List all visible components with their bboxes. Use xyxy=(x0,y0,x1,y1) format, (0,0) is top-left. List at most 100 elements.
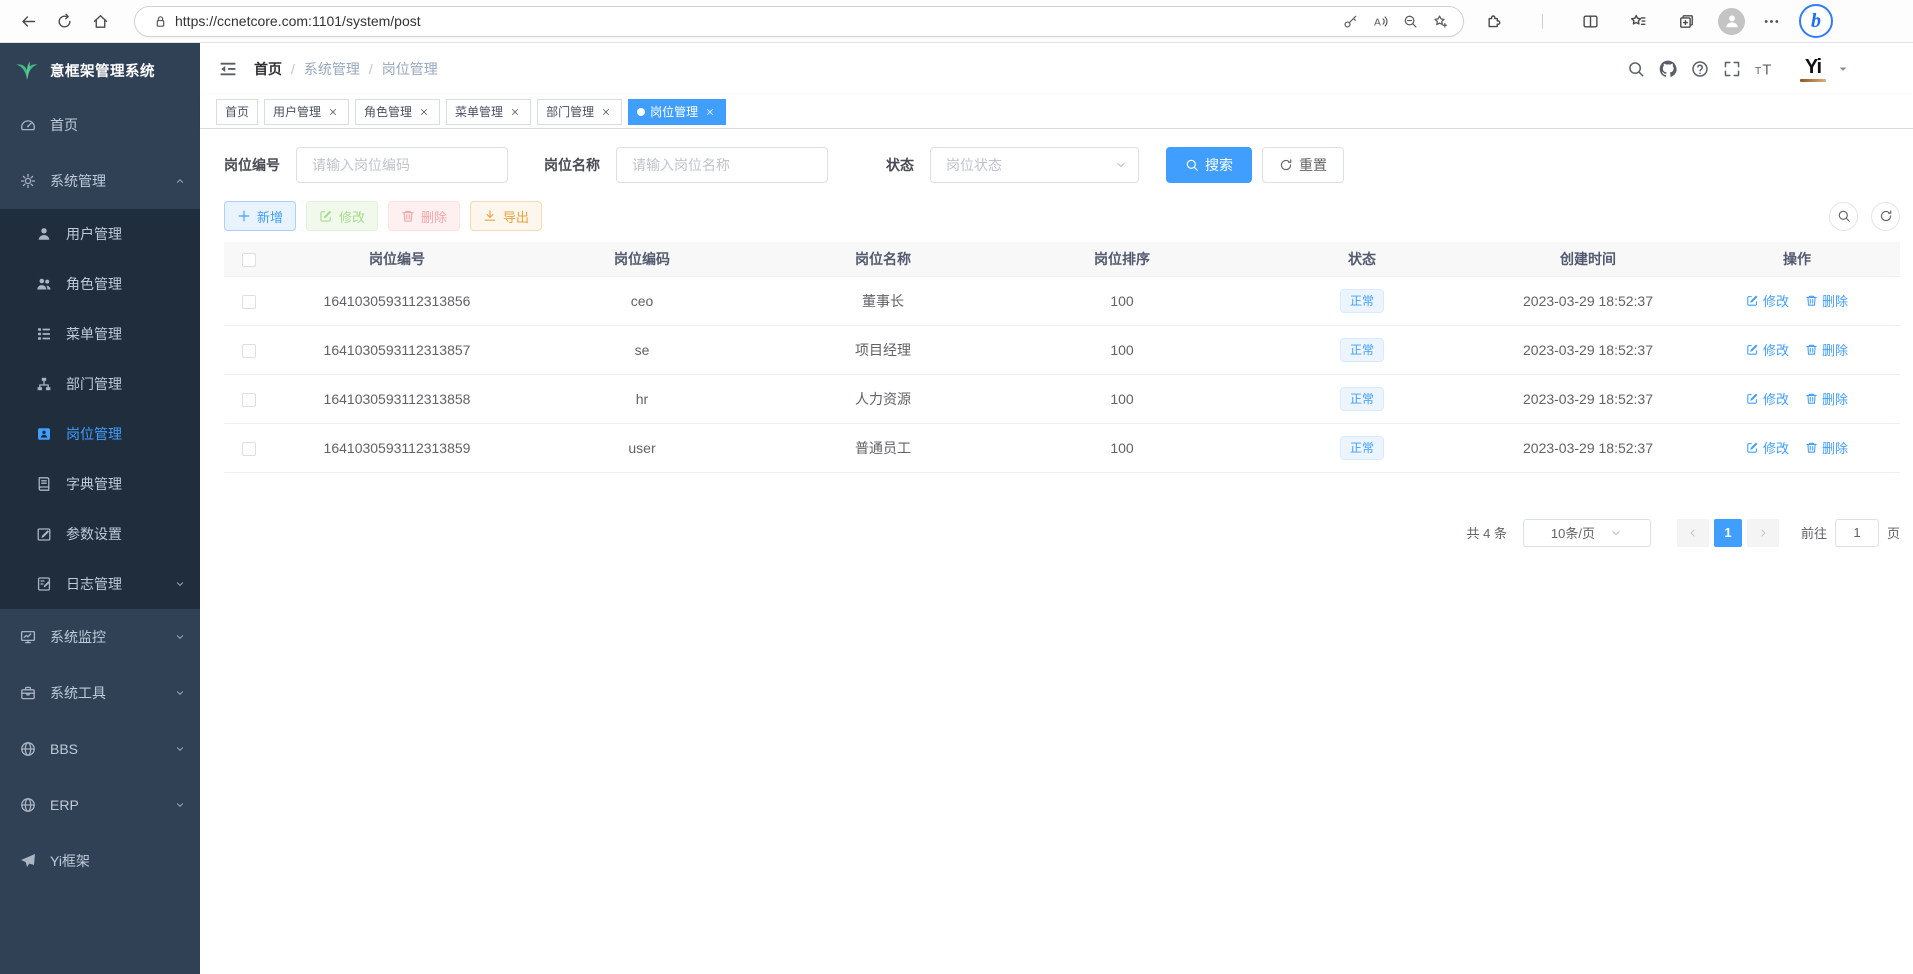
search-button[interactable]: 搜索 xyxy=(1166,147,1252,183)
table-row: 1641030593112313856 ceo 董事长 100 正常 2023-… xyxy=(224,276,1900,325)
tab-close-icon[interactable] xyxy=(417,105,431,119)
address-action-icon[interactable] xyxy=(1395,4,1425,38)
browser-nav-icon[interactable] xyxy=(82,4,118,38)
tab[interactable]: 角色管理 xyxy=(355,99,440,125)
breadcrumb-home[interactable]: 首页 xyxy=(254,59,282,79)
tab-close-icon[interactable] xyxy=(703,105,717,119)
row-delete-link[interactable]: 删除 xyxy=(1805,438,1848,457)
sidebar-item[interactable]: 部门管理 xyxy=(0,359,200,409)
navbar-icon[interactable] xyxy=(1657,58,1679,80)
tab[interactable]: 首页 xyxy=(216,99,258,125)
address-action-icon[interactable]: A xyxy=(1365,4,1395,38)
navbar-icon[interactable] xyxy=(1689,58,1711,80)
next-page-button[interactable] xyxy=(1747,519,1779,547)
browser-toolbar-icon[interactable] xyxy=(1668,4,1704,38)
reset-button[interactable]: 重置 xyxy=(1262,147,1344,183)
row-edit-link[interactable]: 修改 xyxy=(1746,291,1789,310)
navbar-icon[interactable]: TT xyxy=(1753,58,1775,80)
tab-close-icon[interactable] xyxy=(326,105,340,119)
browser-more-icon[interactable] xyxy=(1753,4,1789,38)
tabs-bar: 首页 用户管理 角色管理 菜单管理 xyxy=(200,95,1913,129)
sidebar-item[interactable]: 角色管理 xyxy=(0,259,200,309)
address-action-icon[interactable] xyxy=(1425,4,1455,38)
post-code-input[interactable] xyxy=(296,147,508,183)
row-checkbox[interactable] xyxy=(242,295,256,309)
breadcrumb-current: 岗位管理 xyxy=(382,59,438,79)
sidebar-item[interactable]: 岗位管理 xyxy=(0,409,200,459)
menu-icon xyxy=(36,526,52,542)
sidebar-item[interactable]: 用户管理 xyxy=(0,209,200,259)
url-text[interactable]: https://ccnetcore.com:1101/system/post xyxy=(175,13,1335,29)
sidebar-item[interactable]: 字典管理 xyxy=(0,459,200,509)
navbar-icon[interactable] xyxy=(1721,58,1743,80)
tab[interactable]: 用户管理 xyxy=(264,99,349,125)
user-avatar[interactable]: Yi xyxy=(1795,51,1831,87)
caret-down-icon[interactable] xyxy=(1837,63,1849,75)
select-all-checkbox[interactable] xyxy=(242,253,256,267)
edit-button-label: 修改 xyxy=(339,207,365,226)
browser-nav-icon[interactable] xyxy=(10,4,46,38)
row-checkbox[interactable] xyxy=(242,344,256,358)
sidebar-item[interactable]: BBS xyxy=(0,721,200,777)
sidebar-item[interactable]: 系统管理 xyxy=(0,153,200,209)
sidebar-item[interactable]: 系统监控 xyxy=(0,609,200,665)
post-name-input[interactable] xyxy=(616,147,828,183)
prev-page-button[interactable] xyxy=(1677,519,1709,547)
add-button[interactable]: 新增 xyxy=(224,201,296,231)
sidebar-item[interactable]: 系统工具 xyxy=(0,665,200,721)
browser-toolbar-icon[interactable] xyxy=(1476,4,1512,38)
current-page-button[interactable]: 1 xyxy=(1714,519,1742,547)
browser-profile-avatar[interactable] xyxy=(1718,8,1745,35)
menu-icon xyxy=(36,476,52,492)
sidebar-fold-icon[interactable] xyxy=(218,59,238,79)
tab-close-icon[interactable] xyxy=(508,105,522,119)
sidebar-item-label: BBS xyxy=(50,741,78,757)
edit-icon xyxy=(319,209,333,223)
menu-icon xyxy=(36,226,52,242)
browser-toolbar-icon[interactable] xyxy=(1572,4,1608,38)
chevron-down-icon xyxy=(1114,158,1128,172)
row-checkbox[interactable] xyxy=(242,393,256,407)
sidebar-menu: 首页 系统管理 用户管理 角色管理 xyxy=(0,97,200,889)
table-search-toggle[interactable] xyxy=(1829,202,1858,231)
tab-close-icon[interactable] xyxy=(599,105,613,119)
address-action-icon[interactable] xyxy=(1335,4,1365,38)
browser-toolbar-icon[interactable] xyxy=(1524,4,1560,38)
navbar-icon[interactable] xyxy=(1625,58,1647,80)
menu-icon xyxy=(20,117,36,133)
tab[interactable]: 部门管理 xyxy=(537,99,622,125)
tab[interactable]: 菜单管理 xyxy=(446,99,531,125)
address-bar[interactable]: https://ccnetcore.com:1101/system/post A xyxy=(134,6,1464,37)
export-button[interactable]: 导出 xyxy=(470,201,542,231)
sidebar-item-label: 角色管理 xyxy=(66,274,122,294)
row-edit-link[interactable]: 修改 xyxy=(1746,389,1789,408)
status-select[interactable]: 岗位状态 xyxy=(930,147,1139,183)
browser-nav-icon[interactable] xyxy=(46,4,82,38)
row-edit-link[interactable]: 修改 xyxy=(1746,340,1789,359)
row-delete-link[interactable]: 删除 xyxy=(1805,291,1848,310)
sidebar-item[interactable]: 日志管理 xyxy=(0,559,200,609)
sidebar-item[interactable]: 参数设置 xyxy=(0,509,200,559)
page-size-select[interactable]: 10条/页 xyxy=(1523,519,1651,547)
navbar-icons: TT xyxy=(1625,58,1775,80)
search-button-label: 搜索 xyxy=(1205,155,1233,175)
copilot-icon[interactable]: b xyxy=(1799,4,1833,38)
address-bar-actions: A xyxy=(1335,4,1455,38)
tab[interactable]: 岗位管理 xyxy=(628,99,726,125)
column-header: 操作 xyxy=(1694,242,1900,276)
row-edit-link[interactable]: 修改 xyxy=(1746,438,1789,457)
sidebar-item[interactable]: 首页 xyxy=(0,97,200,153)
app-logo[interactable]: 意框架管理系统 xyxy=(0,43,200,97)
delete-button[interactable]: 删除 xyxy=(388,201,460,231)
sidebar-item[interactable]: Yi框架 xyxy=(0,833,200,889)
sidebar-item[interactable]: ERP xyxy=(0,777,200,833)
table-refresh-button[interactable] xyxy=(1871,202,1900,231)
row-delete-link[interactable]: 删除 xyxy=(1805,389,1848,408)
goto-page-input[interactable] xyxy=(1835,519,1879,547)
sidebar-item[interactable]: 菜单管理 xyxy=(0,309,200,359)
row-delete-link[interactable]: 删除 xyxy=(1805,340,1848,359)
edit-button[interactable]: 修改 xyxy=(306,201,378,231)
sidebar-item-label: Yi框架 xyxy=(50,851,90,871)
browser-toolbar-icon[interactable] xyxy=(1620,4,1656,38)
row-checkbox[interactable] xyxy=(242,442,256,456)
